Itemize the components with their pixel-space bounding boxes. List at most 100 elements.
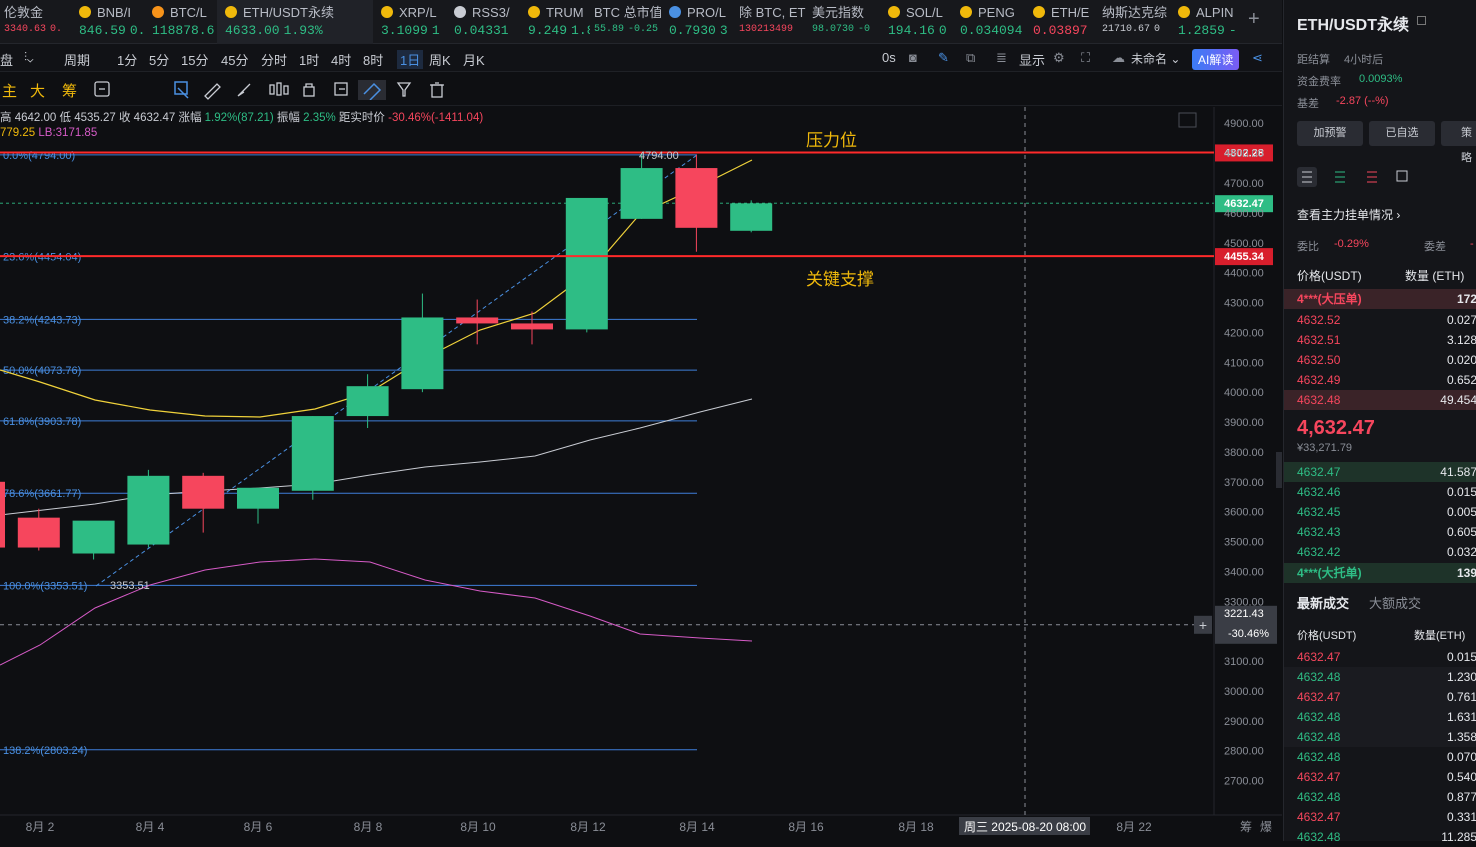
ticker-tab[interactable]: BTC/L 118878.6 — [144, 0, 217, 44]
period-7[interactable]: 4时 — [331, 50, 351, 69]
support-annotation[interactable]: 关键支撑 — [806, 270, 874, 290]
order-row[interactable]: 4632.43 0.605 — [1297, 522, 1476, 542]
order-row[interactable]: 4632.50 0.020 — [1297, 350, 1476, 370]
ticker-tab[interactable]: SOL/L 194.16 0 — [880, 0, 952, 44]
kline-chart[interactable]: 0.0%(4794.00)23.6%(4454.04)38.2%(4243.73… — [0, 107, 1282, 841]
ticker-tab[interactable]: PRO/L 0.7930 3 — [661, 0, 735, 44]
y-tick: 3000.00 — [1224, 686, 1264, 698]
period-1[interactable]: 1分 — [117, 50, 137, 69]
ticker-tab[interactable]: PENG 0.034094 — [952, 0, 1025, 44]
candle-body[interactable] — [401, 317, 444, 390]
strategy-button[interactable]: 策略 — [1441, 121, 1476, 164]
ticker-price: 118878.6 — [152, 22, 217, 40]
ticker-tab-name: ETH/E — [1033, 4, 1098, 22]
tab-large-trades[interactable]: 大额成交 — [1369, 593, 1421, 612]
settings-icon[interactable]: ⚙ — [1053, 50, 1065, 66]
period-5[interactable]: 分时 — [261, 50, 287, 69]
order-row[interactable]: 4***(大托单) 139 — [1284, 563, 1476, 583]
camera-icon[interactable]: ◙ — [909, 50, 917, 65]
candle-body[interactable] — [0, 481, 5, 548]
period-9[interactable]: 1日 — [397, 50, 424, 69]
tab-latest-trades[interactable]: 最新成交 — [1297, 593, 1349, 612]
ticker-tab-name: 美元指数 — [812, 4, 880, 22]
ticker-tab[interactable]: BTC 总市值 55.89 -0.25 — [590, 0, 661, 44]
ticker-tab[interactable]: BNB/I 846.59 0. — [71, 0, 144, 44]
order-qty: 0.015 — [1446, 485, 1476, 499]
period-10[interactable]: 周K — [429, 50, 451, 69]
order-row[interactable]: 4632.48 49.454 — [1284, 390, 1476, 410]
ticker-tab[interactable]: 除 BTC, ET 130213499 — [735, 0, 808, 44]
ticker-tab[interactable]: RSS3/0.04331 — [446, 0, 520, 44]
period-3[interactable]: 15分 — [181, 50, 208, 69]
trash-icon — [430, 82, 444, 98]
candle-body[interactable] — [565, 197, 608, 330]
ticker-tab[interactable]: TRUM 9.2491.8 — [520, 0, 590, 44]
order-row[interactable]: 4632.49 0.652 — [1297, 370, 1476, 390]
y-tick: 4900.00 — [1224, 118, 1264, 130]
ticker-tab[interactable]: ETH/E 0.03897 — [1025, 0, 1098, 44]
ai-interpret-button[interactable]: AI解读 — [1192, 49, 1240, 70]
candle-body[interactable] — [237, 487, 279, 509]
layout-name[interactable]: 未命名 ⌄ — [1131, 50, 1180, 67]
panel-collapse-handle[interactable] — [1276, 452, 1282, 488]
candle-body[interactable] — [127, 475, 170, 545]
order-row[interactable]: 4632.52 0.027 — [1297, 310, 1476, 330]
order-row[interactable]: 4632.51 3.128 — [1297, 330, 1476, 350]
chart-type-icon[interactable]: ⫶⌄ — [24, 50, 33, 65]
display-button[interactable]: 显示 — [1019, 50, 1045, 69]
order-qty: 0.032 — [1446, 545, 1476, 559]
add-tab-icon[interactable]: + — [1248, 8, 1260, 31]
candle-body[interactable] — [511, 323, 553, 330]
candle-body[interactable] — [346, 386, 389, 417]
ticker-price-value: 0.7930 — [669, 23, 716, 38]
candle-body[interactable] — [730, 203, 773, 231]
trade-row: 4632.48 0.070 — [1297, 747, 1476, 767]
share-icon[interactable]: ⋖ — [1252, 50, 1263, 66]
ticker-tab[interactable]: 美元指数 98.0730 -0 — [808, 0, 880, 44]
pen-icon[interactable]: ✎ — [938, 50, 949, 66]
ticker-tab[interactable]: ALPIN 1.2859- — [1170, 0, 1242, 44]
candle-body[interactable] — [72, 520, 115, 554]
big-order-button[interactable]: 大 — [30, 80, 45, 101]
copy-icon[interactable] — [1417, 16, 1426, 25]
period-6[interactable]: 1时 — [299, 50, 319, 69]
candle-body[interactable] — [675, 168, 718, 228]
drawing-tools[interactable] — [92, 80, 452, 100]
cloud-icon[interactable]: ☁ — [1112, 50, 1125, 66]
chip-button[interactable]: 筹 — [62, 80, 77, 101]
chart-expand-icon[interactable] — [1178, 112, 1197, 128]
period-2[interactable]: 5分 — [149, 50, 169, 69]
period-4[interactable]: 45分 — [221, 50, 248, 69]
footer-a[interactable]: 筹 — [1240, 820, 1252, 834]
toolbar-disk[interactable]: 盘 — [0, 50, 13, 69]
candle-body[interactable] — [17, 517, 60, 548]
window-icon[interactable]: ⧉ — [966, 50, 975, 66]
watchlist-button[interactable]: 已自选 — [1369, 121, 1435, 146]
fullscreen-icon[interactable]: ⛶ — [1081, 50, 1090, 66]
ticker-tab[interactable]: 纳斯达克综 21710.67 0 — [1098, 0, 1170, 44]
order-row[interactable]: 4***(大压单) 172 — [1284, 289, 1476, 309]
resistance-annotation[interactable]: 压力位 — [806, 131, 857, 151]
period-8[interactable]: 8时 — [363, 50, 383, 69]
footer-b[interactable]: 爆 — [1260, 820, 1272, 834]
candle-body[interactable] — [456, 317, 499, 324]
ticker-name-text: XRP/L — [399, 5, 437, 20]
order-row[interactable]: 4632.47 41.587 — [1284, 462, 1476, 482]
ticker-tab-name: 除 BTC, ET — [739, 4, 808, 22]
ticker-tab[interactable]: 伦敦金 3340.63 0. — [0, 0, 71, 44]
depth-view-tabs[interactable] — [1297, 167, 1427, 187]
order-row[interactable]: 4632.42 0.032 — [1297, 542, 1476, 562]
candle-body[interactable] — [182, 475, 225, 509]
depth-link[interactable]: 查看主力挂单情况 › — [1297, 206, 1400, 223]
period-11[interactable]: 月K — [463, 50, 485, 69]
list-icon[interactable]: ≣ — [996, 50, 1007, 66]
order-row[interactable]: 4632.45 0.005 — [1297, 502, 1476, 522]
ticker-tab[interactable]: ETH/USDT永续 4633.00 1.93% — [217, 0, 373, 44]
alert-button[interactable]: 加预警 — [1297, 121, 1363, 146]
candle-body[interactable] — [620, 168, 663, 219]
main-indicator-button[interactable]: 主 — [2, 80, 17, 101]
period-0[interactable]: 周期 — [64, 50, 90, 69]
candle-body[interactable] — [291, 416, 334, 491]
order-row[interactable]: 4632.46 0.015 — [1297, 482, 1476, 502]
ticker-tab[interactable]: XRP/L 3.1099 1 — [373, 0, 446, 44]
